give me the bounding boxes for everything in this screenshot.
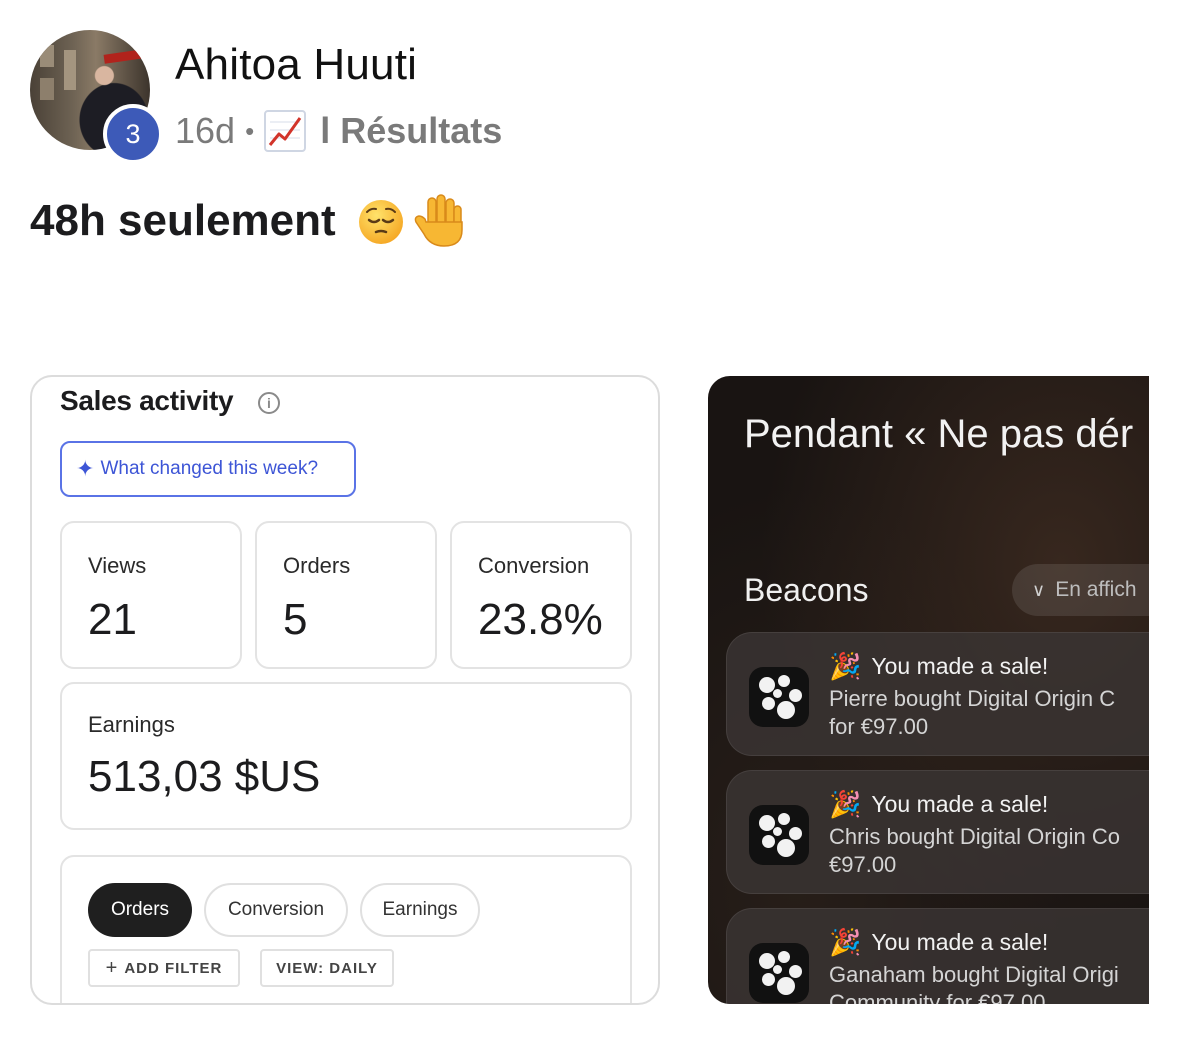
- notification-title: You made a sale!: [871, 653, 1049, 679]
- earnings-card: Earnings 513,03 $US: [60, 682, 632, 830]
- notification-item[interactable]: 🎉 You made a sale! Ganaham bought Digital…: [726, 908, 1149, 1004]
- beacons-app-icon: [749, 943, 809, 1003]
- party-popper-icon: 🎉: [829, 651, 862, 681]
- tab-earnings[interactable]: Earnings: [360, 883, 480, 937]
- sparkle-icon: ✦: [76, 456, 95, 481]
- dropdown-label: En affich: [1055, 578, 1137, 601]
- info-icon[interactable]: i: [258, 392, 280, 414]
- what-changed-label: What changed this week?: [100, 458, 319, 479]
- conversion-label: Conversion: [478, 553, 590, 578]
- notification-item[interactable]: 🎉 You made a sale! Chris bought Digital O…: [726, 770, 1149, 894]
- views-card: Views 21: [60, 521, 242, 669]
- chevron-down-icon: ∨: [1032, 579, 1046, 600]
- conversion-value: 23.8%: [478, 595, 603, 644]
- plus-icon: +: [105, 956, 119, 979]
- sales-activity-screenshot[interactable]: Sales activity i ✦ What changed this wee…: [30, 375, 660, 1005]
- meta-separator: •: [245, 115, 255, 146]
- display-dropdown[interactable]: ∨ En affich: [1012, 564, 1149, 616]
- post-age: 16d: [175, 110, 236, 151]
- notification-body: Chris bought Digital Origin Co €97.00: [829, 824, 1121, 877]
- orders-card: Orders 5: [255, 521, 437, 669]
- pensive-face-icon: [358, 200, 403, 244]
- sales-activity-title: Sales activity: [60, 385, 234, 416]
- conversion-card: Conversion 23.8%: [450, 521, 632, 669]
- orders-value: 5: [283, 595, 308, 644]
- tab-conversion[interactable]: Conversion: [204, 883, 348, 937]
- level-badge: 3: [103, 104, 163, 164]
- earnings-value: 513,03 $US: [88, 752, 321, 801]
- notification-body: Pierre bought Digital Origin C for €97.0…: [829, 686, 1116, 739]
- post-text: 48h seulement: [30, 196, 336, 245]
- post-body: 48h seulement: [30, 192, 466, 250]
- earnings-label: Earnings: [88, 712, 175, 737]
- views-value: 21: [88, 595, 137, 644]
- notification-body: Ganaham bought Digital Origi Community f…: [829, 962, 1119, 1004]
- notification-item[interactable]: 🎉 You made a sale! Pierre bought Digital …: [726, 632, 1149, 756]
- tab-orders[interactable]: Orders: [88, 883, 192, 937]
- views-label: Views: [88, 553, 147, 578]
- add-filter-button[interactable]: + ADD FILTER: [88, 949, 240, 987]
- add-filter-label: ADD FILTER: [124, 959, 223, 977]
- post-meta: 16d • l Résultats: [175, 108, 502, 154]
- beacons-app-icon: [749, 805, 809, 865]
- view-daily-button[interactable]: VIEW: DAILY: [260, 949, 394, 987]
- raised-hand-icon: [414, 194, 463, 247]
- party-popper-icon: 🎉: [829, 927, 862, 957]
- post-category[interactable]: l Résultats: [320, 110, 502, 152]
- party-popper-icon: 🎉: [829, 789, 862, 819]
- what-changed-button[interactable]: ✦ What changed this week?: [60, 441, 356, 497]
- orders-label: Orders: [283, 553, 351, 578]
- notification-title: You made a sale!: [871, 791, 1049, 817]
- notification-title: You made a sale!: [871, 929, 1049, 955]
- app-name: Beacons: [744, 572, 869, 608]
- beacons-app-icon: [749, 667, 809, 727]
- chart-filters-panel: Orders Conversion Earnings + ADD FILTER …: [60, 855, 632, 1003]
- chart-increasing-icon: [264, 110, 307, 152]
- notifications-screenshot[interactable]: Pendant « Ne pas dér Beacons ∨ En affich…: [708, 376, 1149, 1004]
- author-name[interactable]: Ahitoa Huuti: [175, 40, 417, 90]
- dnd-title: Pendant « Ne pas dér: [744, 412, 1134, 456]
